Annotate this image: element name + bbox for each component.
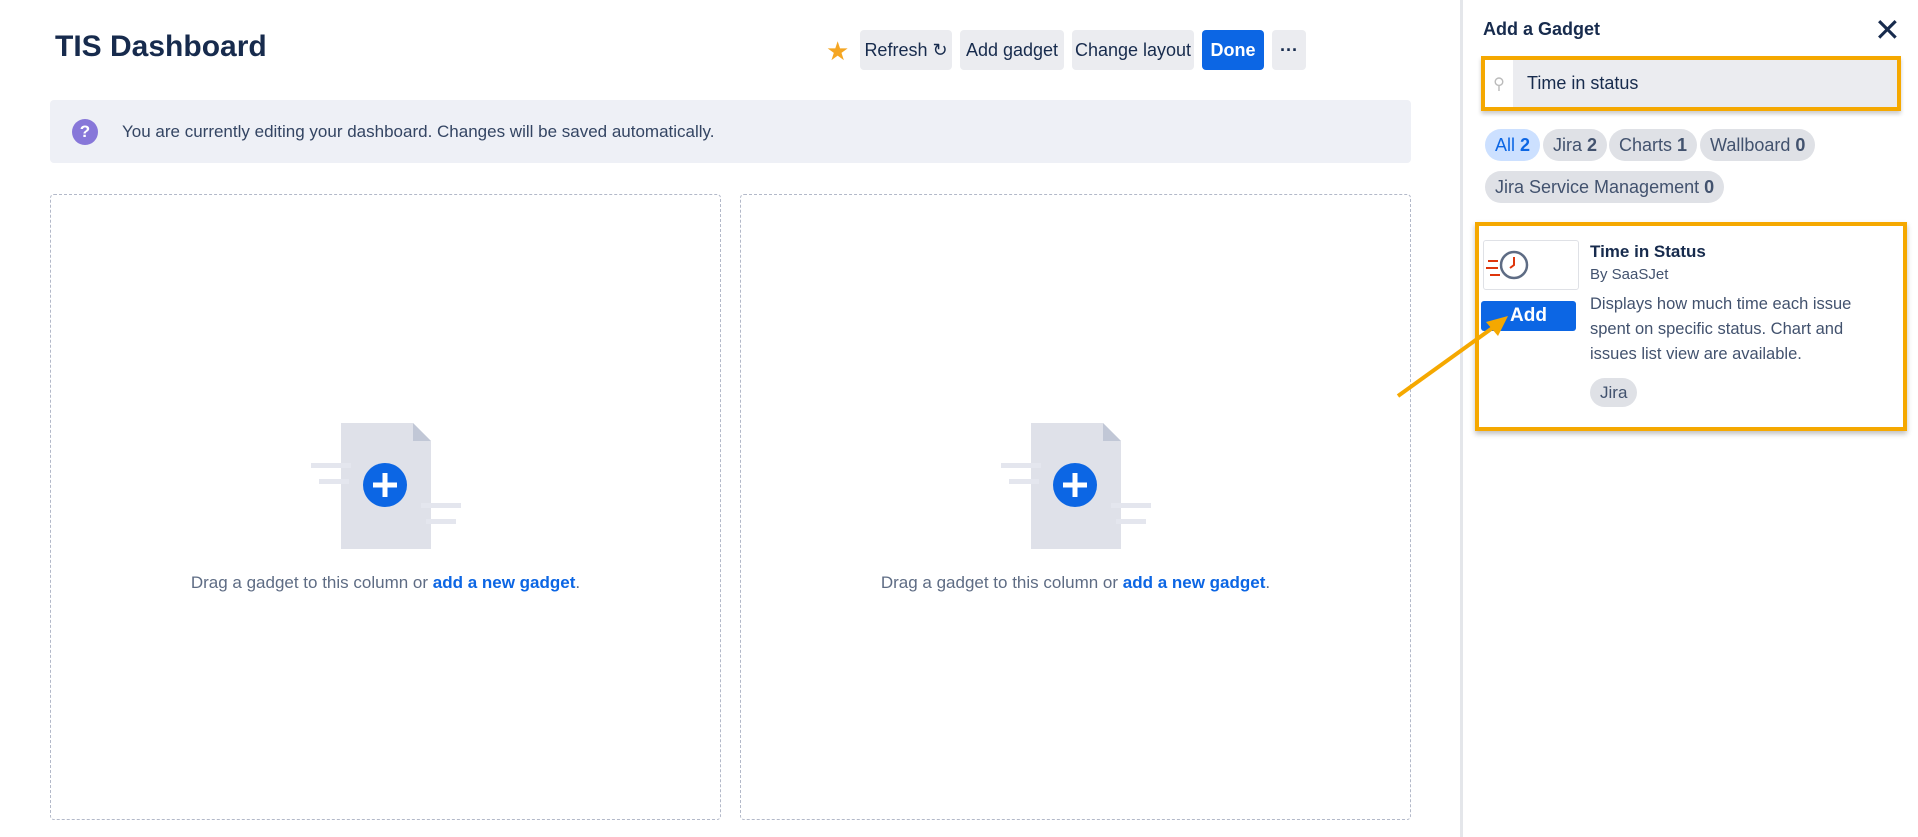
question-icon: ? [72, 118, 98, 145]
banner-text: You are currently editing your dashboard… [122, 121, 715, 141]
gadget-card: Add Time in Status By SaaSJet Displays h… [1475, 222, 1907, 431]
search-icon: ⚲ [1485, 60, 1513, 107]
panel-title: Add a Gadget [1483, 19, 1601, 39]
add-gadget-illustration-icon [310, 423, 461, 549]
add-gadget-button[interactable]: Add gadget [960, 30, 1064, 70]
page-title: TIS Dashboard [55, 30, 267, 63]
change-layout-button[interactable]: Change layout [1072, 30, 1194, 70]
gadget-description: Displays how much time each issue spent … [1590, 295, 1852, 363]
panel-divider [1460, 0, 1463, 837]
filter-wallboard[interactable]: Wallboard 0 [1700, 129, 1816, 161]
column-hint: Drag a gadget to this column or add a ne… [190, 573, 581, 592]
gadget-title: Time in Status [1590, 242, 1706, 261]
filter-charts[interactable]: Charts 1 [1609, 129, 1698, 161]
column-hint: Drag a gadget to this column or add a ne… [880, 573, 1271, 592]
gadget-author: By SaaSJet [1590, 266, 1669, 283]
filter-all[interactable]: All 2 [1485, 129, 1541, 161]
search-value: Time in status [1527, 73, 1639, 93]
filter-jira-service-management[interactable]: Jira Service Management 0 [1485, 171, 1725, 203]
filter-jira[interactable]: Jira 2 [1543, 129, 1608, 161]
add-new-gadget-link[interactable]: add a new gadget [1123, 573, 1266, 592]
stopwatch-icon [1483, 240, 1579, 290]
dashboard-column-1[interactable]: Drag a gadget to this column or add a ne… [50, 194, 721, 820]
refresh-button[interactable]: Refresh ↻ [860, 30, 952, 70]
editing-banner: ? You are currently editing your dashboa… [50, 100, 1411, 163]
add-gadget-illustration-icon [1000, 423, 1151, 549]
gadget-tag: Jira [1590, 378, 1638, 407]
gadget-search-input[interactable]: ⚲ Time in status [1481, 56, 1901, 111]
dashboard-column-2[interactable]: Drag a gadget to this column or add a ne… [740, 194, 1411, 820]
star-icon[interactable]: ★ [826, 36, 849, 67]
more-button[interactable]: ··· [1272, 30, 1306, 70]
done-button[interactable]: Done [1202, 30, 1264, 70]
annotation-arrow-icon [1396, 316, 1508, 398]
close-icon[interactable]: ✕ [1874, 14, 1901, 46]
add-new-gadget-link[interactable]: add a new gadget [433, 573, 576, 592]
